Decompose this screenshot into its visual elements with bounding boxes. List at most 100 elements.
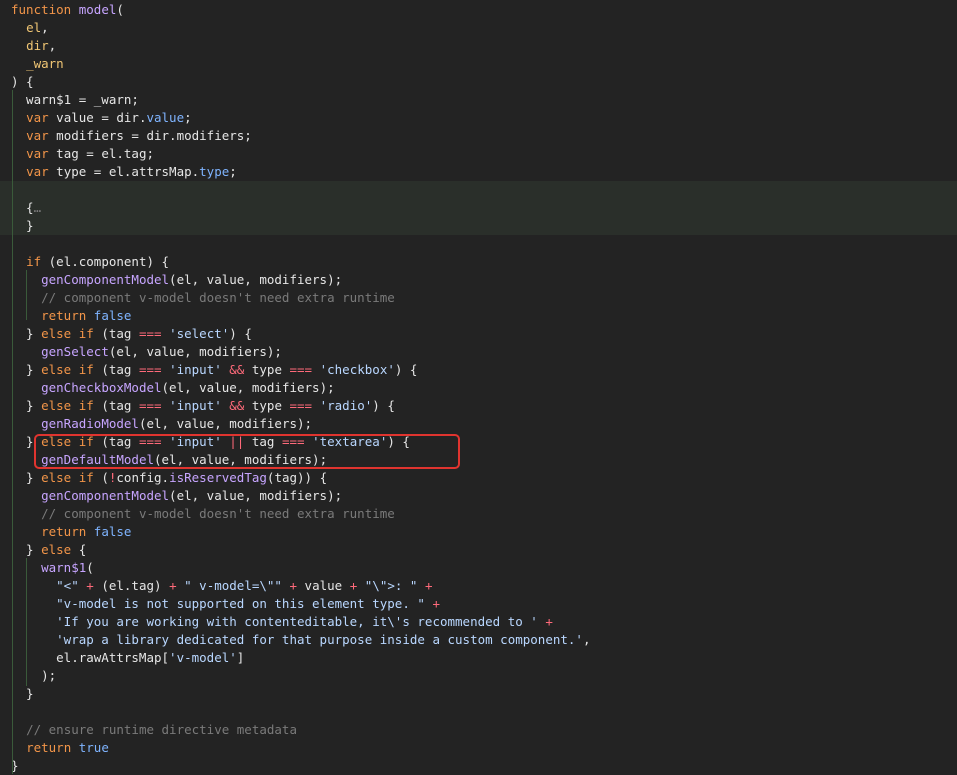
code-line[interactable]: var value = dir.value; <box>0 109 957 127</box>
code-token: else if <box>41 362 94 377</box>
code-line[interactable]: function model( <box>0 1 957 19</box>
code-token: { <box>71 542 87 557</box>
code-token: } <box>11 218 34 233</box>
code-line[interactable]: "<" + (el.tag) + " v-model=\"" + value +… <box>0 577 957 595</box>
line-text: if (el.component) { <box>11 253 169 271</box>
code-token: (tag <box>93 398 139 413</box>
indent-guide <box>12 90 13 774</box>
line-text: genComponentModel(el, value, modifiers); <box>11 271 342 289</box>
code-line[interactable]: return false <box>0 307 957 325</box>
line-text: } else if (tag === 'input' && type === '… <box>11 397 395 415</box>
code-line[interactable]: } <box>0 757 957 775</box>
code-line[interactable]: 'If you are working with contenteditable… <box>0 613 957 631</box>
code-token: else if <box>41 470 94 485</box>
code-line[interactable]: } <box>0 217 957 235</box>
code-token: … <box>33 200 42 215</box>
line-text: genComponentModel(el, value, modifiers); <box>11 487 342 505</box>
code-line[interactable]: return false <box>0 523 957 541</box>
line-text: } else { <box>11 541 86 559</box>
code-line[interactable]: el, <box>0 19 957 37</box>
code-line[interactable]: } else { <box>0 541 957 559</box>
code-token: === <box>289 398 313 413</box>
code-line[interactable]: return true <box>0 739 957 757</box>
code-token: (tag)) { <box>266 470 328 485</box>
code-token: ; <box>184 110 192 125</box>
code-token: "\">: " <box>364 578 418 593</box>
code-token: dir <box>26 38 49 53</box>
line-text: genCheckboxModel(el, value, modifiers); <box>11 379 335 397</box>
code-line[interactable]: genComponentModel(el, value, modifiers); <box>0 271 957 289</box>
code-token: + <box>289 578 298 593</box>
code-token: else if <box>41 398 94 413</box>
code-token: genComponentModel <box>41 272 170 287</box>
code-editor[interactable]: function model( el, dir, _warn) { warn$1… <box>0 0 957 774</box>
code-line[interactable]: // ensure runtime directive metadata <box>0 721 957 739</box>
code-line[interactable]: } else if (tag === 'select') { <box>0 325 957 343</box>
code-line[interactable]: {… <box>0 199 957 217</box>
code-line[interactable]: ) { <box>0 73 957 91</box>
line-text: var type = el.attrsMap.type; <box>11 163 237 181</box>
code-line[interactable]: } <box>0 685 957 703</box>
code-token: else if <box>41 326 94 341</box>
line-text: "v-model is not supported on this elemen… <box>11 595 440 613</box>
code-line[interactable]: dir, <box>0 37 957 55</box>
code-token: === <box>138 326 162 341</box>
code-line[interactable]: 'wrap a library dedicated for that purpo… <box>0 631 957 649</box>
code-token: var <box>26 164 49 179</box>
code-line[interactable]: "v-model is not supported on this elemen… <box>0 595 957 613</box>
code-line[interactable] <box>0 181 957 199</box>
code-line[interactable]: genCheckboxModel(el, value, modifiers); <box>0 379 957 397</box>
code-line[interactable]: warn$1 = _warn; <box>0 91 957 109</box>
line-text: } <box>11 685 34 703</box>
line-text: 'wrap a library dedicated for that purpo… <box>11 631 590 649</box>
code-line[interactable]: // component v-model doesn't need extra … <box>0 289 957 307</box>
code-line[interactable]: ); <box>0 667 957 685</box>
code-line[interactable]: genComponentModel(el, value, modifiers); <box>0 487 957 505</box>
code-token: 'If you are working with contenteditable… <box>56 614 538 629</box>
code-token: true <box>78 740 109 755</box>
code-line[interactable]: el.rawAttrsMap['v-model'] <box>0 649 957 667</box>
code-line[interactable] <box>0 703 957 721</box>
code-token: (el, value, modifiers); <box>169 488 343 503</box>
line-text: return true <box>11 739 109 757</box>
code-line[interactable]: // component v-model doesn't need extra … <box>0 505 957 523</box>
code-line[interactable]: var type = el.attrsMap.type; <box>0 163 957 181</box>
line-text: ); <box>11 667 56 685</box>
code-line[interactable]: if (el.component) { <box>0 253 957 271</box>
code-line[interactable]: _warn <box>0 55 957 73</box>
code-token: var <box>26 110 49 125</box>
code-token: 'input' <box>169 362 222 377</box>
code-line[interactable]: warn$1( <box>0 559 957 577</box>
line-text: } else if (!config.isReservedTag(tag)) { <box>11 469 327 487</box>
code-token: ) { <box>394 362 418 377</box>
line-text: 'If you are working with contenteditable… <box>11 613 553 631</box>
code-line[interactable]: var tag = el.tag; <box>0 145 957 163</box>
code-line[interactable]: genRadioModel(el, value, modifiers); <box>0 415 957 433</box>
code-line[interactable]: } else if (tag === 'input' && type === '… <box>0 361 957 379</box>
line-text: warn$1 = _warn; <box>11 91 139 109</box>
code-token: genSelect <box>41 344 109 359</box>
line-text: } else if (tag === 'select') { <box>11 325 252 343</box>
line-text: genSelect(el, value, modifiers); <box>11 343 282 361</box>
code-token: (tag <box>93 326 139 341</box>
code-line[interactable]: } else if (!config.isReservedTag(tag)) { <box>0 469 957 487</box>
code-token: } <box>11 398 42 413</box>
code-token: , <box>48 38 57 53</box>
line-text: "<" + (el.tag) + " v-model=\"" + value +… <box>11 577 432 595</box>
code-line[interactable]: genSelect(el, value, modifiers); <box>0 343 957 361</box>
code-line[interactable] <box>0 235 957 253</box>
indent-guide <box>26 558 27 686</box>
code-line[interactable]: var modifiers = dir.modifiers; <box>0 127 957 145</box>
code-line[interactable]: } else if (tag === 'input' && type === '… <box>0 397 957 415</box>
code-token: , <box>41 20 49 35</box>
